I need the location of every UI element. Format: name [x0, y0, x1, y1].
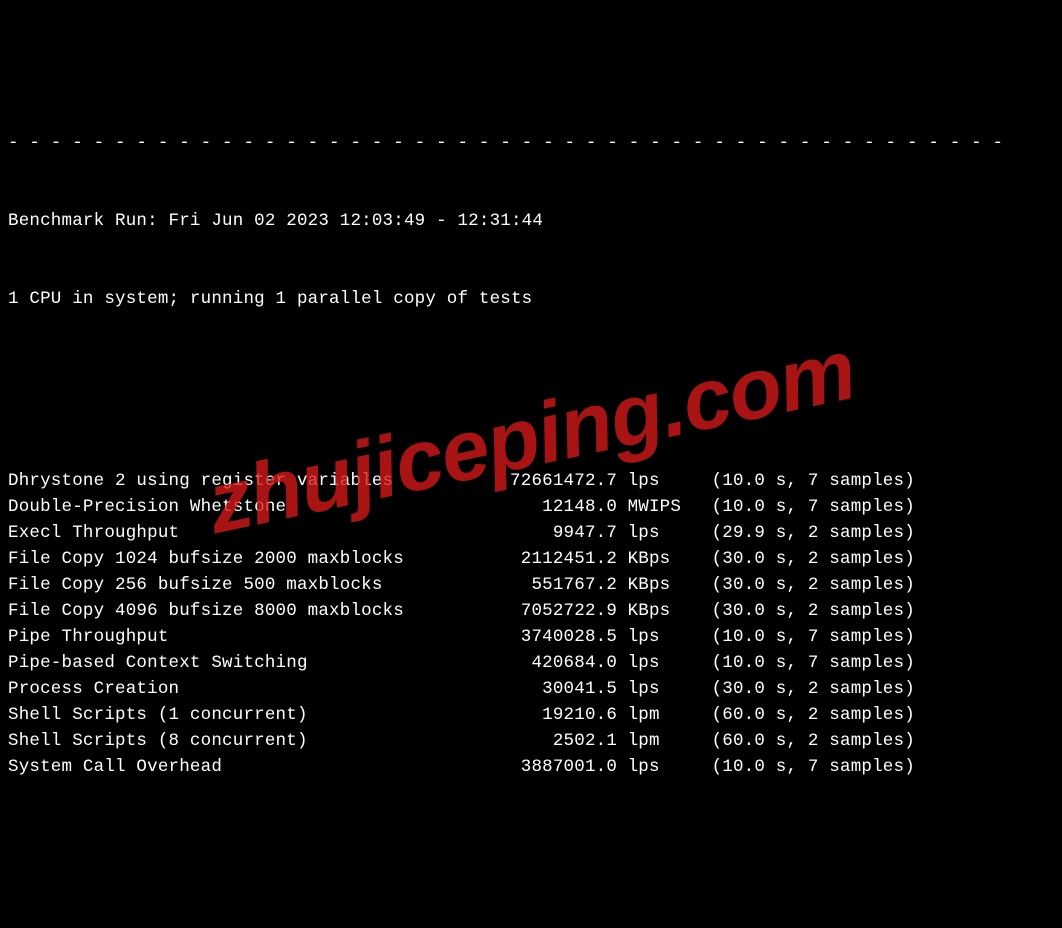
result-timing: (30.0 s, 2 samples)	[691, 572, 915, 598]
result-row: File Copy 256 bufsize 500 maxblocks55176…	[8, 572, 1054, 598]
result-unit: KBps	[617, 546, 691, 572]
result-value: 551767.2	[470, 572, 617, 598]
cpu-info-line: 1 CPU in system; running 1 parallel copy…	[8, 286, 1054, 312]
result-name: Process Creation	[8, 676, 470, 702]
result-timing: (10.0 s, 7 samples)	[691, 468, 915, 494]
result-timing: (60.0 s, 2 samples)	[691, 728, 915, 754]
result-value: 2112451.2	[470, 546, 617, 572]
result-unit: lps	[617, 624, 691, 650]
result-unit: MWIPS	[617, 494, 691, 520]
result-value: 7052722.9	[470, 598, 617, 624]
result-value: 2502.1	[470, 728, 617, 754]
result-name: Dhrystone 2 using register variables	[8, 468, 470, 494]
result-name: File Copy 1024 bufsize 2000 maxblocks	[8, 546, 470, 572]
blank-line	[8, 858, 1054, 884]
result-unit: lps	[617, 676, 691, 702]
result-row: Dhrystone 2 using register variables7266…	[8, 468, 1054, 494]
result-timing: (10.0 s, 7 samples)	[691, 754, 915, 780]
result-name: Execl Throughput	[8, 520, 470, 546]
result-row: File Copy 4096 bufsize 8000 maxblocks705…	[8, 598, 1054, 624]
result-value: 30041.5	[470, 676, 617, 702]
result-name: Shell Scripts (8 concurrent)	[8, 728, 470, 754]
result-unit: lps	[617, 468, 691, 494]
blank-line	[8, 364, 1054, 390]
result-timing: (30.0 s, 2 samples)	[691, 676, 915, 702]
result-row: Pipe-based Context Switching420684.0lps(…	[8, 650, 1054, 676]
result-value: 420684.0	[470, 650, 617, 676]
result-row: System Call Overhead3887001.0lps(10.0 s,…	[8, 754, 1054, 780]
result-timing: (30.0 s, 2 samples)	[691, 546, 915, 572]
benchmark-run-line: Benchmark Run: Fri Jun 02 2023 12:03:49 …	[8, 208, 1054, 234]
result-unit: KBps	[617, 598, 691, 624]
result-row: Double-Precision Whetstone12148.0MWIPS(1…	[8, 494, 1054, 520]
result-unit: lpm	[617, 702, 691, 728]
result-unit: lps	[617, 754, 691, 780]
result-value: 3887001.0	[470, 754, 617, 780]
result-row: Process Creation30041.5lps(30.0 s, 2 sam…	[8, 676, 1054, 702]
result-timing: (10.0 s, 7 samples)	[691, 650, 915, 676]
result-row: Pipe Throughput3740028.5lps(10.0 s, 7 sa…	[8, 624, 1054, 650]
terminal-output: zhujiceping.com - - - - - - - - - - - - …	[0, 0, 1062, 928]
result-value: 3740028.5	[470, 624, 617, 650]
result-value: 9947.7	[470, 520, 617, 546]
result-value: 19210.6	[470, 702, 617, 728]
result-timing: (60.0 s, 2 samples)	[691, 702, 915, 728]
result-row: Execl Throughput9947.7lps(29.9 s, 2 samp…	[8, 520, 1054, 546]
result-unit: lps	[617, 650, 691, 676]
result-name: Double-Precision Whetstone	[8, 494, 470, 520]
result-timing: (10.0 s, 7 samples)	[691, 624, 915, 650]
result-name: File Copy 256 bufsize 500 maxblocks	[8, 572, 470, 598]
result-unit: KBps	[617, 572, 691, 598]
result-name: Pipe Throughput	[8, 624, 470, 650]
separator-line: - - - - - - - - - - - - - - - - - - - - …	[8, 130, 1054, 156]
result-row: Shell Scripts (1 concurrent)19210.6lpm(6…	[8, 702, 1054, 728]
result-timing: (29.9 s, 2 samples)	[691, 520, 915, 546]
result-name: Pipe-based Context Switching	[8, 650, 470, 676]
result-name: Shell Scripts (1 concurrent)	[8, 702, 470, 728]
result-row: Shell Scripts (8 concurrent)2502.1lpm(60…	[8, 728, 1054, 754]
result-value: 72661472.7	[470, 468, 617, 494]
result-unit: lps	[617, 520, 691, 546]
result-name: System Call Overhead	[8, 754, 470, 780]
result-row: File Copy 1024 bufsize 2000 maxblocks211…	[8, 546, 1054, 572]
result-value: 12148.0	[470, 494, 617, 520]
result-timing: (10.0 s, 7 samples)	[691, 494, 915, 520]
result-timing: (30.0 s, 2 samples)	[691, 598, 915, 624]
result-name: File Copy 4096 bufsize 8000 maxblocks	[8, 598, 470, 624]
result-unit: lpm	[617, 728, 691, 754]
